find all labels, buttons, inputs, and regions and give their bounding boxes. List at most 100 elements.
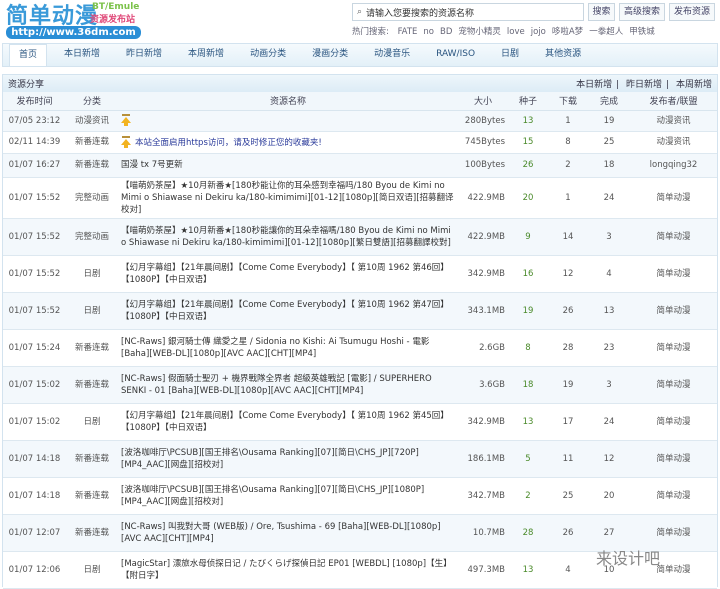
file-size: 2.6GB xyxy=(458,329,508,367)
column-header[interactable]: 大小 xyxy=(458,92,508,111)
resource-name-link[interactable]: 【喵萌奶茶屋】★10月新番★[180秒能讓你的耳朵幸福嗎/180 Byou de… xyxy=(121,226,451,248)
search-button[interactable]: 搜索 xyxy=(588,3,615,21)
category[interactable]: 新番连载 xyxy=(66,131,118,154)
complete-count: 20 xyxy=(588,477,630,515)
nav-tab[interactable]: 本日新增 xyxy=(55,44,109,66)
publish-time: 01/07 15:02 xyxy=(3,403,66,441)
publisher[interactable]: 简单动漫 xyxy=(630,477,717,515)
resource-name-cell: 【幻月字幕组】【21年晨间剧】【Come Come Everybody】【 第1… xyxy=(118,403,458,441)
category[interactable]: 日剧 xyxy=(66,551,118,589)
hot-search-term[interactable]: 哆啦A梦 xyxy=(552,27,583,37)
seed-count: 2 xyxy=(508,477,548,515)
hot-search-term[interactable]: 甲铁城 xyxy=(629,27,655,37)
resource-name-link[interactable]: [波洛咖啡厅\PCSUB][国王排名\Ousama Ranking][07][简… xyxy=(121,448,419,470)
panel-title: 资源分享 xyxy=(8,80,45,90)
file-size: 497.3MB xyxy=(458,551,508,589)
category[interactable]: 日剧 xyxy=(66,255,118,293)
advanced-search-button[interactable]: 高级搜索 xyxy=(619,3,665,21)
publish-time: 01/07 15:24 xyxy=(3,329,66,367)
nav-tab[interactable]: 其他资源 xyxy=(536,44,590,66)
resource-name-link[interactable]: 【喵萌奶茶屋】★10月新番★[180秒能让你的耳朵感到幸福吗/180 Byou … xyxy=(121,181,454,215)
column-header[interactable]: 种子 xyxy=(508,92,548,111)
nav-tab[interactable]: 漫画分类 xyxy=(303,44,357,66)
file-size: 745Bytes xyxy=(458,131,508,154)
publisher[interactable]: longqing32 xyxy=(630,153,717,178)
site-logo[interactable]: 简单动漫 BT/Emule 资源发布站 http://www.36dm.com xyxy=(4,0,144,40)
column-header[interactable]: 下载 xyxy=(548,92,588,111)
nav-tab[interactable]: 昨日新增 xyxy=(117,44,171,66)
category[interactable]: 动漫资讯 xyxy=(66,110,118,132)
resource-name-cell: [MagicStar] 漂旅水母侦探日记 / たびくらげ探偵日記 EP01 [W… xyxy=(118,551,458,589)
publisher[interactable]: 简单动漫 xyxy=(630,366,717,404)
link-week[interactable]: 本周新增 xyxy=(676,80,712,90)
publisher[interactable]: 简单动漫 xyxy=(630,255,717,293)
publish-time: 01/07 14:18 xyxy=(3,440,66,478)
resource-name-link[interactable]: [MagicStar] 漂旅水母侦探日记 / たびくらげ探偵日記 EP01 [W… xyxy=(121,559,452,581)
column-header[interactable]: 完成 xyxy=(588,92,630,111)
publish-button[interactable]: 发布资源 xyxy=(669,3,715,21)
publisher[interactable]: 简单动漫 xyxy=(630,329,717,367)
resource-name-link[interactable]: [NC-Raws] 假面騎士聖刃 + 機界戰隊全界者 超級英雄戰記 [電影] /… xyxy=(121,374,432,396)
publisher[interactable]: 简单动漫 xyxy=(630,403,717,441)
resource-name-link[interactable]: 本站全面启用https访问，请及时修正您的收藏夹! xyxy=(135,138,322,148)
hot-search-term[interactable]: 一拳超人 xyxy=(589,27,623,37)
category[interactable]: 新番连载 xyxy=(66,514,118,552)
nav-tab[interactable]: 本周新增 xyxy=(179,44,233,66)
resource-name-link[interactable]: [波洛咖啡厅\PCSUB][国王排名\Ousama Ranking][07][简… xyxy=(121,485,424,507)
category[interactable]: 新番连载 xyxy=(66,477,118,515)
hot-search-term[interactable]: jojo xyxy=(531,27,546,37)
publisher[interactable]: 简单动漫 xyxy=(630,440,717,478)
resource-name-cell: 本站全面启用https访问，请及时修正您的收藏夹! xyxy=(118,131,458,154)
publisher[interactable]: 简单动漫 xyxy=(630,292,717,330)
hot-search-term[interactable]: FATE xyxy=(398,27,418,37)
category[interactable]: 日剧 xyxy=(66,292,118,330)
column-header[interactable]: 资源名称 xyxy=(118,92,458,111)
resource-name-link[interactable]: [NC-Raws] 叫我對大哥 (WEB版) / Ore, Tsushima -… xyxy=(121,522,441,544)
link-yesterday[interactable]: 昨日新增 xyxy=(626,80,662,90)
publish-time: 01/07 12:06 xyxy=(3,551,66,589)
category[interactable]: 完整动画 xyxy=(66,177,118,219)
column-header[interactable]: 发布者/联盟 xyxy=(630,92,717,111)
panel-header: 资源分享 本日新增 | 昨日新增 | 本周新增 xyxy=(3,75,717,92)
nav-tab[interactable]: 动漫音乐 xyxy=(365,44,419,66)
nav-tab[interactable]: 首页 xyxy=(9,44,48,66)
seed-count: 15 xyxy=(508,131,548,154)
category[interactable]: 日剧 xyxy=(66,403,118,441)
resource-name-link[interactable]: 【幻月字幕组】【21年晨间剧】【Come Come Everybody】【 第1… xyxy=(121,263,449,285)
hot-search-term[interactable]: 宠物小精灵 xyxy=(458,27,501,37)
category[interactable]: 新番连载 xyxy=(66,329,118,367)
download-count: 14 xyxy=(548,218,588,256)
column-header[interactable]: 分类 xyxy=(66,92,118,111)
complete-count: 19 xyxy=(588,110,630,132)
resource-name-link[interactable]: 国漫 tx 7号更新 xyxy=(121,160,183,170)
resource-name-link[interactable]: [NC-Raws] 銀河騎士傳 織愛之星 / Sidonia no Kishi:… xyxy=(121,337,429,359)
file-size: 186.1MB xyxy=(458,440,508,478)
seed-count: 13 xyxy=(508,551,548,589)
category[interactable]: 新番连载 xyxy=(66,366,118,404)
search-input[interactable]: ⌕ 请输入您要搜索的资源名称 xyxy=(352,3,584,21)
link-today[interactable]: 本日新增 xyxy=(576,80,612,90)
category[interactable]: 新番连载 xyxy=(66,153,118,178)
category[interactable]: 新番连载 xyxy=(66,440,118,478)
publisher[interactable]: 简单动漫 xyxy=(630,177,717,219)
nav-tab[interactable]: 日剧 xyxy=(492,44,528,66)
category[interactable]: 完整动画 xyxy=(66,218,118,256)
table-row: 01/07 14:18 新番连载 [波洛咖啡厅\PCSUB][国王排名\Ousama… xyxy=(3,440,717,478)
file-size: 342.7MB xyxy=(458,477,508,515)
seed-count: 5 xyxy=(508,440,548,478)
resource-panel: 资源分享 本日新增 | 昨日新增 | 本周新增 发布时间 分类 资源名称 大小 种子 下载 完成… xyxy=(2,74,718,589)
nav-tab[interactable]: RAW/ISO xyxy=(427,44,484,66)
complete-count: 24 xyxy=(588,177,630,219)
resource-name-link[interactable]: 【幻月字幕组】【21年晨间剧】【Come Come Everybody】【 第1… xyxy=(121,300,449,322)
nav-tab[interactable]: 动画分类 xyxy=(241,44,295,66)
publisher[interactable]: 简单动漫 xyxy=(630,218,717,256)
hot-search-term[interactable]: no xyxy=(423,27,434,37)
publish-time: 01/07 15:02 xyxy=(3,366,66,404)
publisher[interactable]: 动漫资讯 xyxy=(630,110,717,132)
column-header[interactable]: 发布时间 xyxy=(3,92,66,111)
resource-name-link[interactable]: 【幻月字幕组】【21年晨间剧】【Come Come Everybody】【 第1… xyxy=(121,411,449,433)
hot-search-term[interactable]: BD xyxy=(440,27,452,37)
hot-search-term[interactable]: love xyxy=(507,27,525,37)
resource-name-cell: 【喵萌奶茶屋】★10月新番★[180秒能讓你的耳朵幸福嗎/180 Byou de… xyxy=(118,218,458,256)
publisher[interactable]: 动漫资讯 xyxy=(630,131,717,154)
